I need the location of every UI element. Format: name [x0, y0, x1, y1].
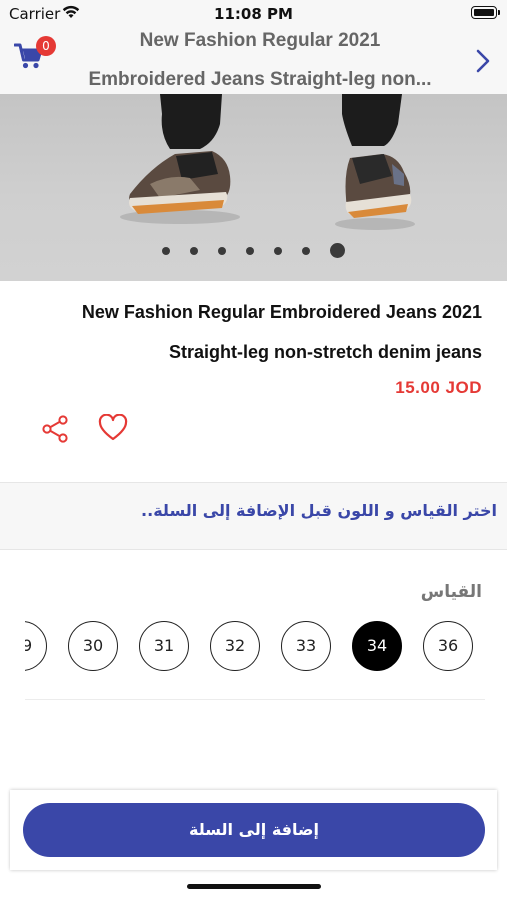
size-option[interactable]: 32 [210, 621, 260, 671]
nav-title-line1: New Fashion Regular 2021 [139, 30, 381, 51]
status-bar: Carrier 11:08 PM [0, 0, 507, 28]
carousel-dot[interactable] [274, 246, 282, 255]
nav-bar: 0 New Fashion Regular 2021 Embroidered J… [0, 28, 507, 94]
add-to-cart-button[interactable]: إضافة إلى السلة [23, 803, 485, 857]
divider [25, 699, 485, 700]
home-indicator [187, 884, 321, 889]
carousel-dot[interactable] [246, 246, 254, 255]
size-label: القياس [420, 582, 482, 602]
size-option[interactable]: 33 [281, 621, 331, 671]
carousel-dot[interactable] [330, 243, 345, 258]
size-option[interactable]: 29 [25, 621, 47, 671]
carousel-dot[interactable] [190, 246, 198, 255]
carousel-dot[interactable] [218, 246, 226, 255]
carousel-dot[interactable] [162, 246, 170, 255]
size-option[interactable]: 36 [423, 621, 473, 671]
product-title-line1: New Fashion Regular Embroidered Jeans 20… [81, 302, 482, 322]
notice-text: اختر القياس و اللون قبل الإضافة إلى السل… [141, 501, 497, 520]
size-option[interactable]: 30 [68, 621, 118, 671]
product-image-carousel[interactable] [0, 94, 507, 281]
chevron-right-icon[interactable] [475, 48, 491, 74]
size-option[interactable]: 34 [352, 621, 402, 671]
share-icon[interactable] [42, 415, 68, 443]
battery-icon [471, 6, 500, 19]
status-time: 11:08 PM [214, 5, 293, 23]
size-options-row: 36 34 33 32 31 30 29 [25, 621, 473, 673]
cart-button[interactable]: 0 [13, 36, 56, 72]
selection-notice: اختر القياس و اللون قبل الإضافة إلى السل… [0, 482, 507, 550]
carousel-page-indicator[interactable] [0, 240, 507, 258]
carousel-dot[interactable] [302, 246, 310, 255]
size-option[interactable]: 31 [139, 621, 189, 671]
product-price: 15.00 JOD [395, 378, 482, 397]
heart-icon[interactable] [98, 414, 128, 442]
product-title-line2: Straight-leg non-stretch denim jeans [168, 342, 482, 362]
nav-title-line2: Embroidered Jeans Straight-leg non... [88, 69, 432, 90]
cart-count-badge: 0 [36, 36, 56, 56]
size-selector: 36 34 33 32 31 30 29 [25, 621, 485, 673]
